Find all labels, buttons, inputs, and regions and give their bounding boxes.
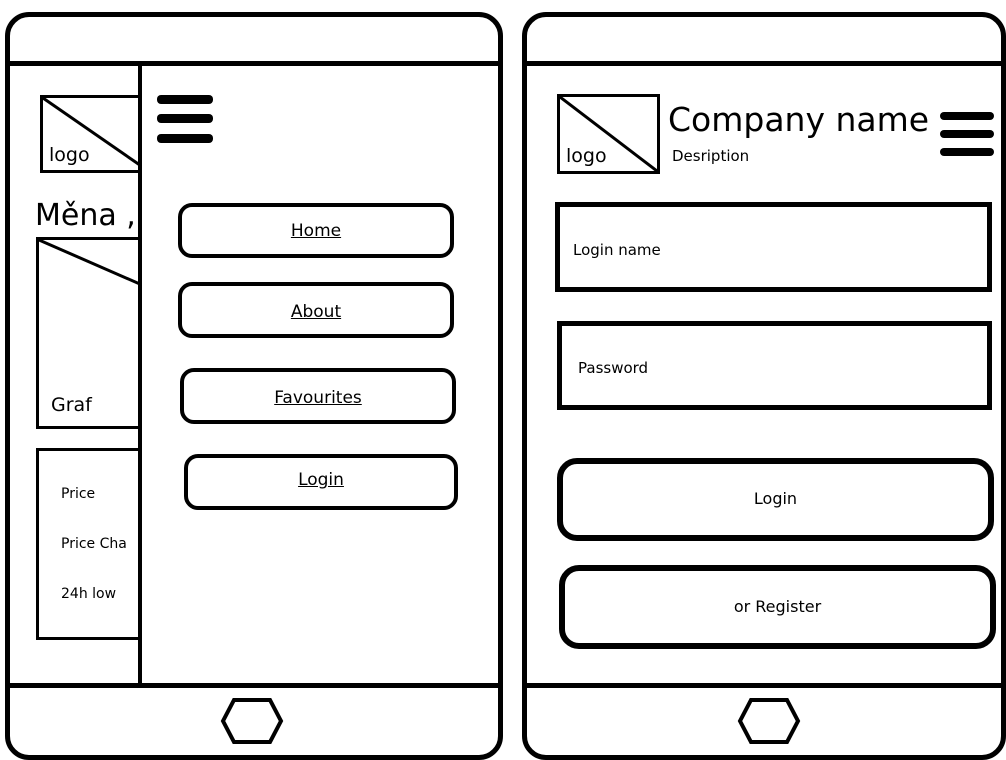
stat-price-change: Price Cha <box>61 536 127 552</box>
menu-item-label: Login <box>298 470 344 490</box>
logo-label: logo <box>49 144 90 166</box>
stats-panel: Price Price Cha 24h low <box>36 448 151 640</box>
password-placeholder: Password <box>578 359 649 377</box>
password-input[interactable]: Password <box>557 321 992 410</box>
login-button-label: Login <box>753 489 798 508</box>
right-bottom-bezel-divider <box>527 683 1001 688</box>
register-button[interactable]: or Register <box>559 565 996 649</box>
left-logo-placeholder: logo <box>40 95 150 173</box>
chart-placeholder: Graf <box>36 237 151 429</box>
hamburger-bar <box>940 148 994 156</box>
menu-item-about[interactable]: About <box>178 282 454 338</box>
hamburger-bar <box>157 95 213 104</box>
left-bottom-bezel-divider <box>10 683 498 688</box>
hamburger-bar <box>940 112 994 120</box>
right-top-bezel-divider <box>527 61 1001 66</box>
company-description: Desription <box>672 147 750 165</box>
menu-item-label: Favourites <box>274 388 362 408</box>
menu-item-label: Home <box>290 221 342 241</box>
hamburger-bar <box>157 114 213 123</box>
hexagon-home-icon[interactable] <box>737 697 801 745</box>
login-name-placeholder: Login name <box>573 241 661 259</box>
chart-cross-line <box>39 240 149 290</box>
register-button-label: or Register <box>733 597 822 616</box>
company-name: Company name <box>668 100 930 139</box>
logo-label: logo <box>566 145 607 167</box>
stat-24h-low: 24h low <box>61 586 117 602</box>
company-logo-placeholder: logo <box>557 94 660 174</box>
menu-item-login[interactable]: Login <box>184 454 458 510</box>
hexagon-home-icon[interactable] <box>220 697 284 745</box>
chart-label: Graf <box>51 394 92 416</box>
hamburger-icon[interactable] <box>940 112 994 158</box>
menu-item-home[interactable]: Home <box>178 203 454 258</box>
currency-heading: Měna , <box>35 198 136 233</box>
menu-item-favourites[interactable]: Favourites <box>180 368 456 424</box>
hamburger-bar <box>940 130 994 138</box>
stat-price: Price <box>61 486 96 502</box>
hamburger-icon[interactable] <box>157 95 213 147</box>
menu-item-label: About <box>290 302 342 322</box>
hamburger-bar <box>157 134 213 143</box>
login-button[interactable]: Login <box>557 458 994 541</box>
login-name-input[interactable]: Login name <box>555 202 992 292</box>
